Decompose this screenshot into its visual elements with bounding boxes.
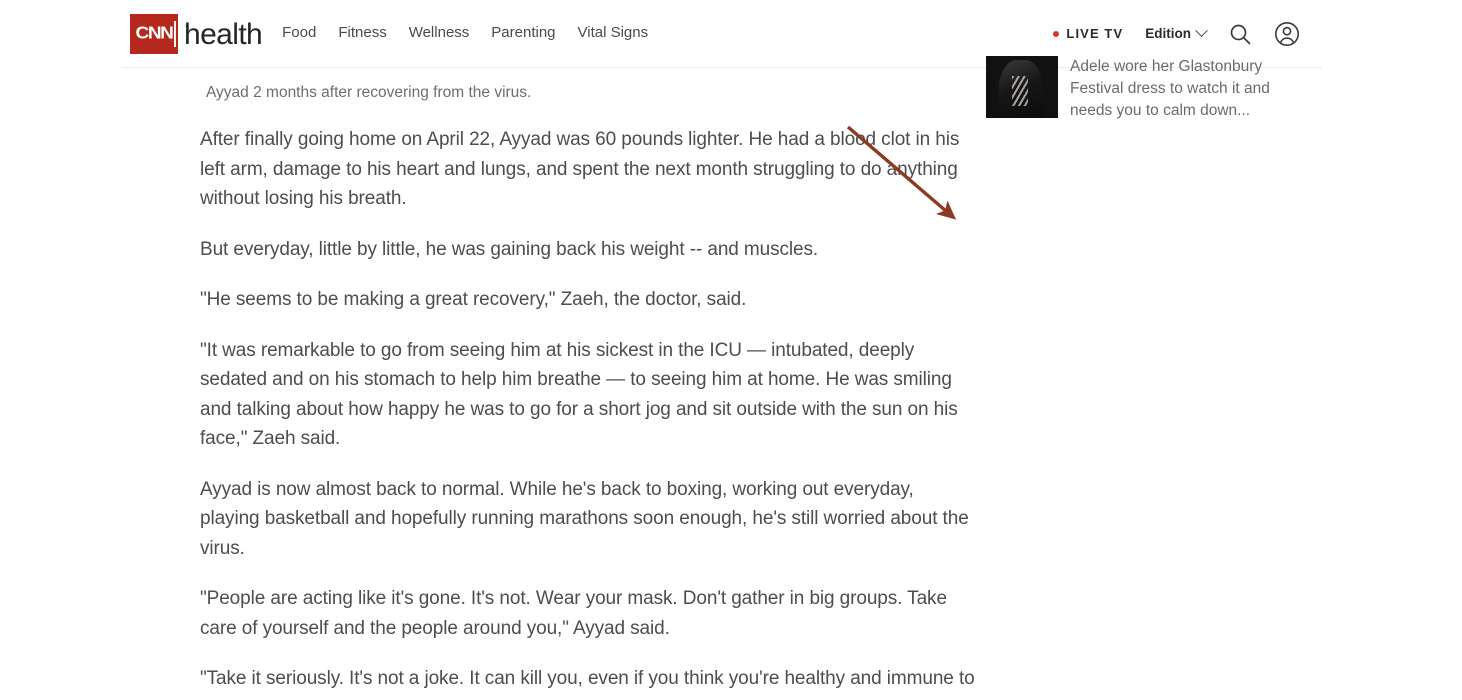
account-button[interactable] <box>1274 21 1300 47</box>
teaser-card[interactable]: Adele wore her Glastonbury Festival dres… <box>986 56 1306 122</box>
nav-item-parenting[interactable]: Parenting <box>491 24 555 41</box>
cnn-logo-icon[interactable]: CNN <box>130 13 178 54</box>
article-body: Ayyad 2 months after recovering from the… <box>200 70 978 700</box>
article-paragraph: "People are acting like it's gone. It's … <box>200 588 947 639</box>
header-actions: LIVE TV Edition <box>1053 21 1322 47</box>
article-paragraph: But everyday, little by little, he was g… <box>200 238 819 260</box>
chevron-down-icon <box>1195 24 1208 38</box>
photo-caption: Ayyad 2 months after recovering from the… <box>206 84 532 101</box>
nav-item-food[interactable]: Food <box>282 24 316 41</box>
search-icon <box>1230 24 1251 44</box>
cnn-logo-text: CNN <box>135 23 174 43</box>
nav-item-vital-signs[interactable]: Vital Signs <box>578 24 649 41</box>
search-button[interactable] <box>1228 22 1252 46</box>
article-paragraph: After finally going home on April 22, Ay… <box>200 129 960 209</box>
edition-selector[interactable]: Edition <box>1145 24 1208 41</box>
nav-item-wellness[interactable]: Wellness <box>409 24 470 41</box>
brand-logo[interactable]: CNN health <box>130 13 263 54</box>
webpage-viewport: CNN health Food Fitness Wellness Parenti… <box>122 0 1322 700</box>
teaser-headline: Adele wore her Glastonbury Festival dres… <box>1070 58 1270 119</box>
article-paragraph: "He seems to be making a great recovery,… <box>200 289 747 310</box>
article-paragraph: Ayyad is now almost back to normal. Whil… <box>200 478 969 559</box>
live-indicator-dot <box>1053 30 1060 37</box>
section-name: health <box>184 17 263 51</box>
nav-item-fitness[interactable]: Fitness <box>338 24 386 41</box>
live-tv-label: LIVE TV <box>1066 26 1124 41</box>
article-paragraph: "Take it seriously. It's not a joke. It … <box>200 668 975 700</box>
article-paragraph: "It was remarkable to go from seeing him… <box>200 339 958 450</box>
live-tv-button[interactable]: LIVE TV <box>1053 26 1123 41</box>
teaser-thumbnail-image <box>986 56 1058 118</box>
user-account-icon <box>1275 21 1299 46</box>
edition-label: Edition <box>1145 26 1191 41</box>
screen: CNN health Food Fitness Wellness Parenti… <box>0 0 1462 700</box>
primary-nav: Food Fitness Wellness Parenting Vital Si… <box>282 24 648 43</box>
